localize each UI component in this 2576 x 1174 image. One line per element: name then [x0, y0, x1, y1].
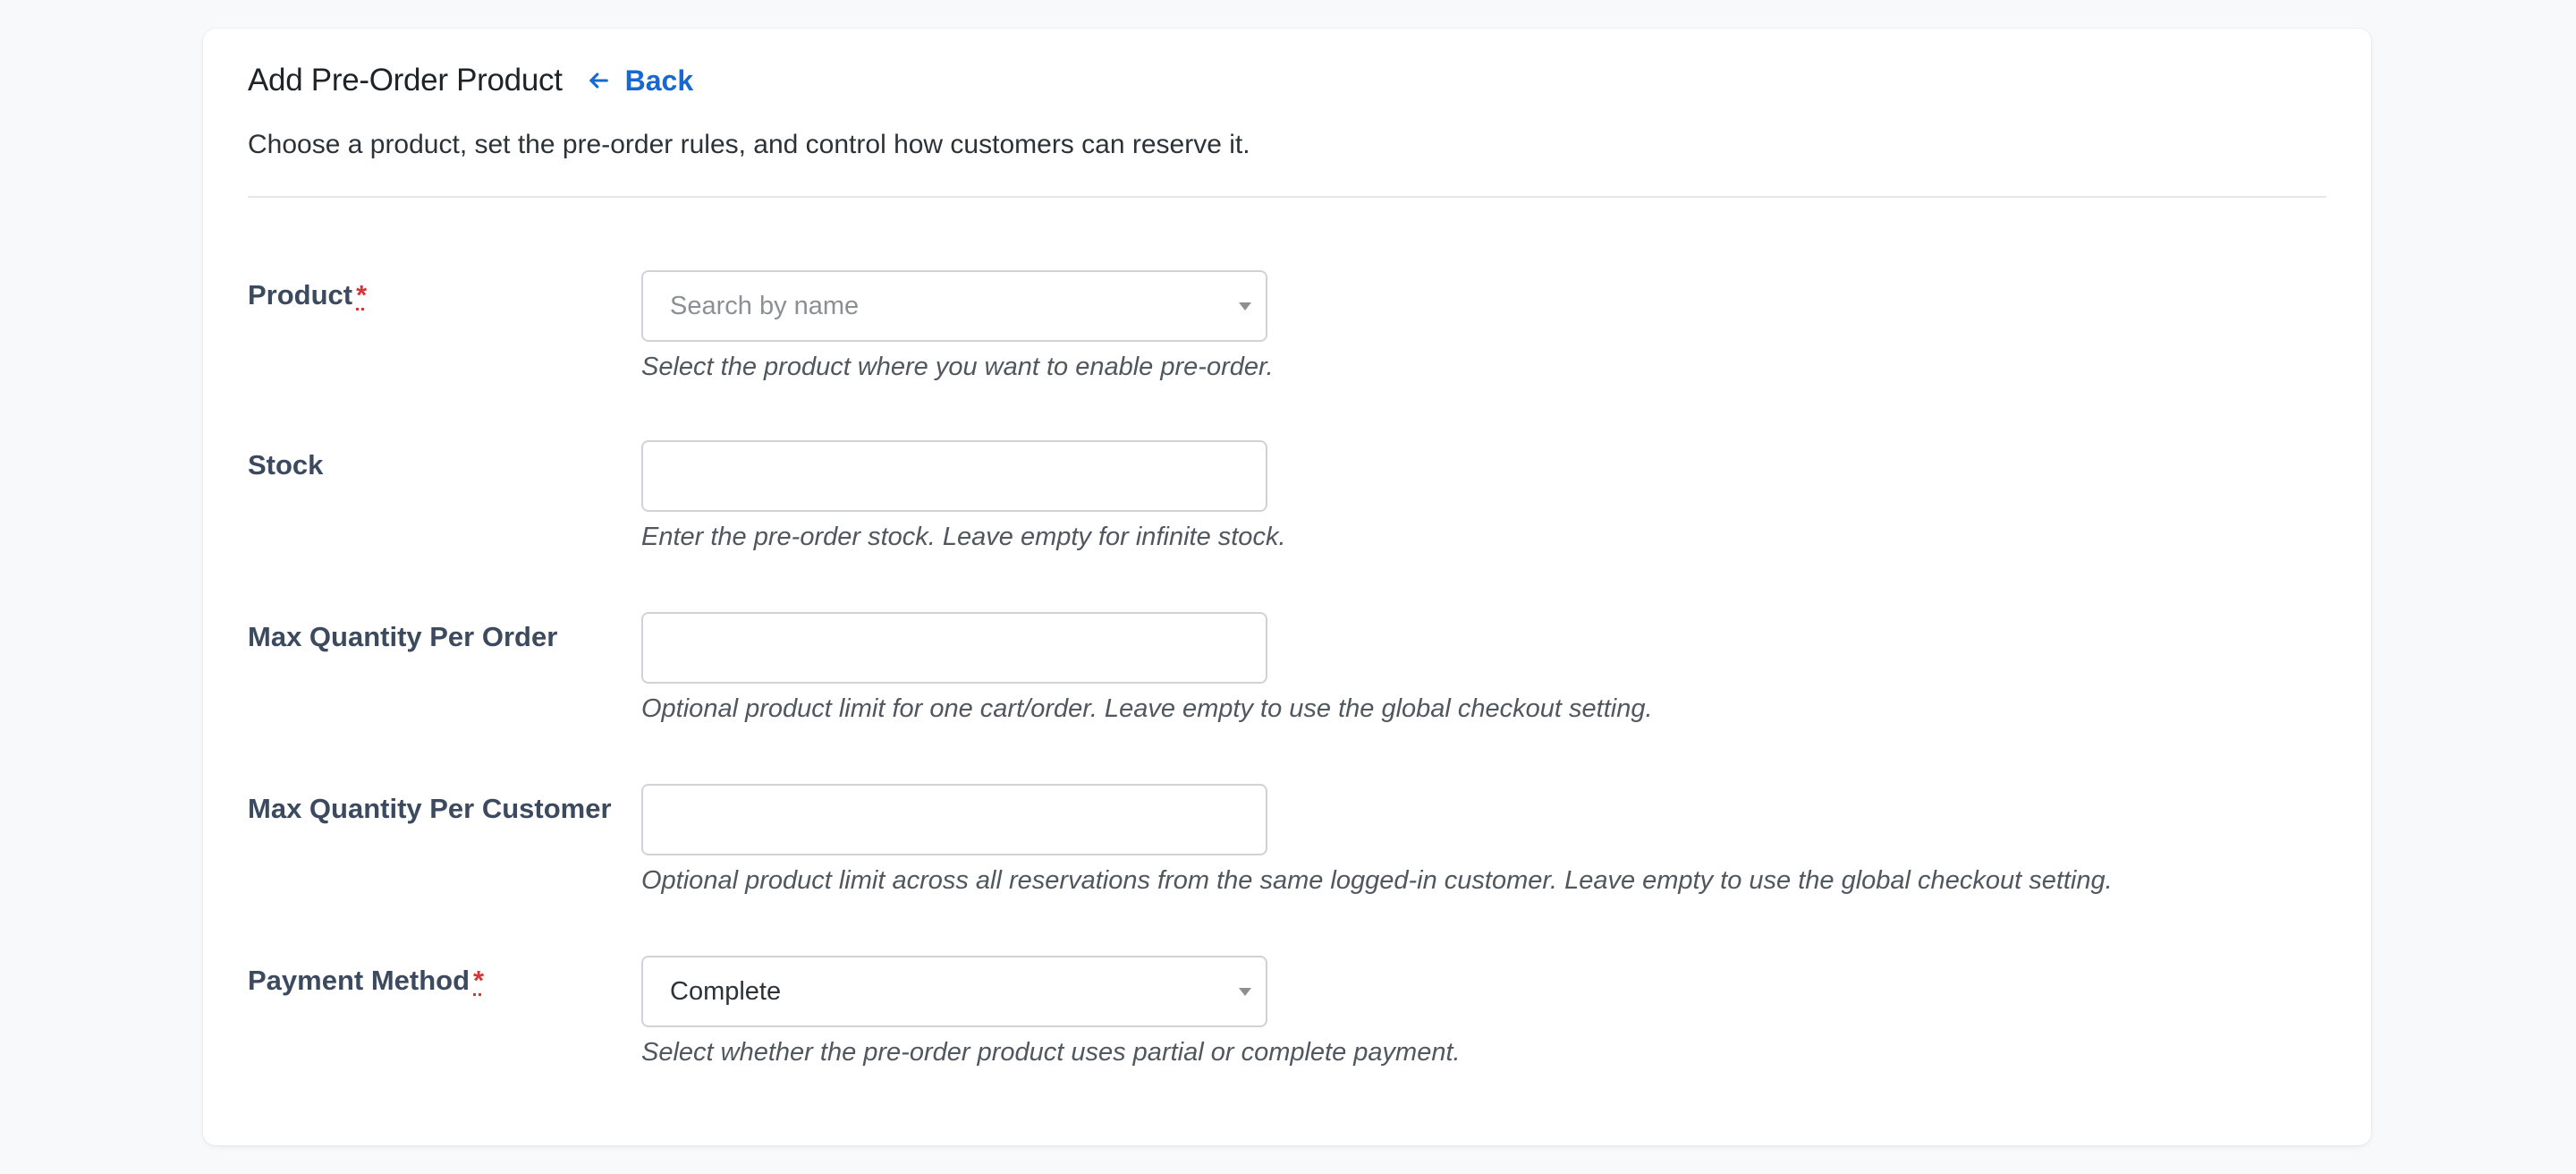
page-header: Add Pre-Order Product Back — [248, 63, 693, 98]
max-per-customer-label: Max Quantity Per Customer — [248, 793, 612, 824]
payment-method-help: Select whether the pre-order product use… — [641, 1038, 1461, 1067]
max-per-order-help: Optional product limit for one cart/orde… — [641, 694, 1653, 723]
payment-method-label: Payment Method * — [248, 965, 485, 996]
max-per-customer-help: Optional product limit across all reserv… — [641, 866, 2113, 895]
page-title: Add Pre-Order Product — [248, 63, 563, 98]
max-per-order-input[interactable] — [641, 612, 1267, 684]
caret-down-icon — [1239, 302, 1251, 311]
form-card: Add Pre-Order Product Back Choose a prod… — [203, 29, 2371, 1145]
max-per-order-label: Max Quantity Per Order — [248, 621, 558, 652]
caret-down-icon — [1239, 988, 1251, 996]
stock-input[interactable] — [641, 440, 1267, 512]
product-select-placeholder: Search by name — [670, 291, 860, 320]
back-link-label: Back — [624, 64, 694, 97]
page-subtitle: Choose a product, set the pre-order rule… — [248, 130, 1250, 159]
required-mark: * — [356, 279, 368, 311]
header-divider — [248, 196, 2326, 198]
back-link[interactable]: Back — [586, 64, 694, 98]
payment-method-select[interactable]: Complete — [641, 956, 1267, 1027]
arrow-left-icon — [589, 72, 608, 89]
max-per-customer-input[interactable] — [641, 784, 1267, 855]
stock-label: Stock — [248, 449, 324, 481]
stock-help: Enter the pre-order stock. Leave empty f… — [641, 523, 1286, 551]
required-mark: * — [473, 965, 485, 996]
product-help: Select the product where you want to ena… — [641, 353, 1274, 381]
product-label: Product * — [248, 279, 368, 311]
product-select[interactable]: Search by name — [641, 270, 1267, 342]
payment-method-value: Complete — [670, 976, 782, 1006]
